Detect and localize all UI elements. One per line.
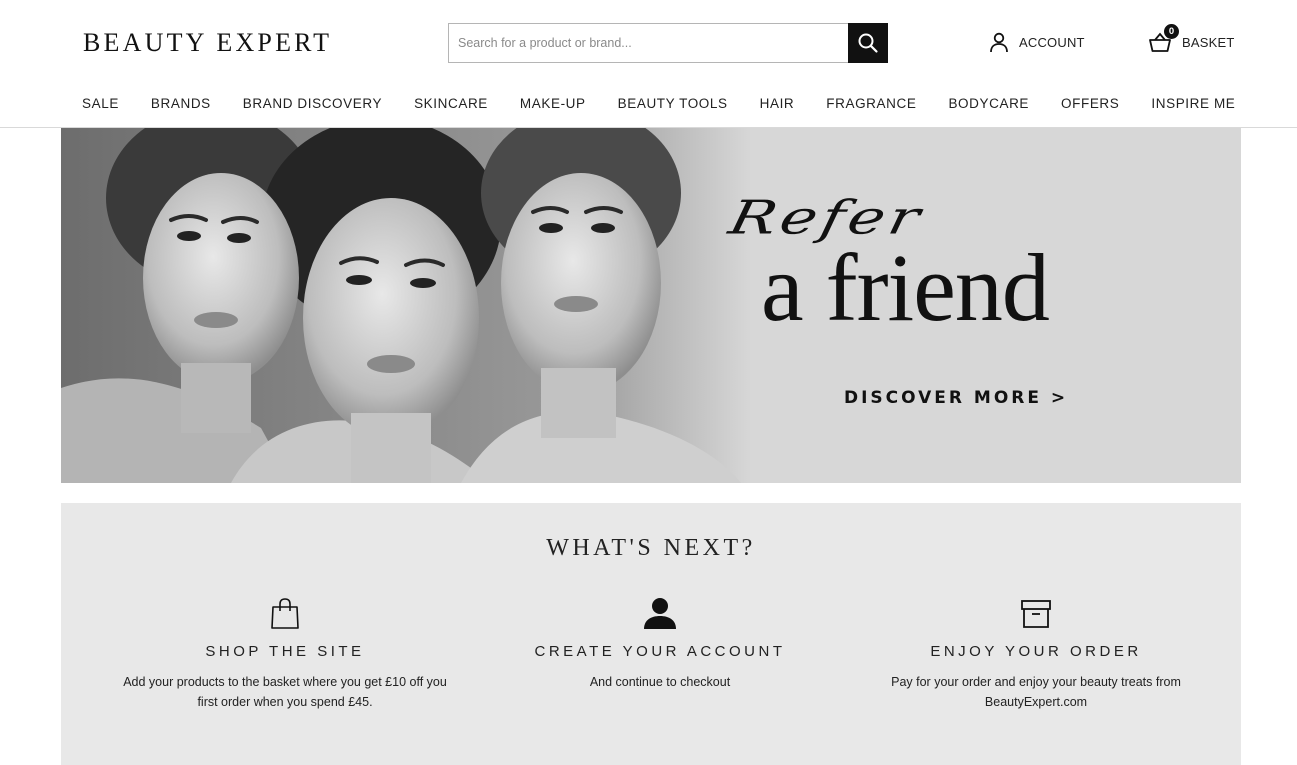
nav-item-bodycare[interactable]: BODYCARE — [948, 96, 1029, 111]
hero-title: a friend — [761, 234, 1050, 341]
nav-item-fragrance[interactable]: FRAGRANCE — [826, 96, 916, 111]
step-shop-the-site: SHOP THE SITE Add your products to the b… — [95, 591, 475, 712]
search-button[interactable] — [848, 23, 888, 63]
step-description: Pay for your order and enjoy your beauty… — [891, 675, 1181, 709]
step-title: CREATE YOUR ACCOUNT — [534, 643, 786, 660]
nav-item-brand-discovery[interactable]: BRAND DISCOVERY — [243, 96, 382, 111]
step-description: And continue to checkout — [589, 675, 731, 689]
account-link[interactable]: ACCOUNT — [988, 31, 1085, 53]
user-icon — [990, 32, 1008, 53]
account-label: ACCOUNT — [1019, 34, 1085, 50]
shopping-bag-icon — [271, 598, 299, 629]
nav-item-brands[interactable]: BRANDS — [151, 96, 211, 111]
section-title: WHAT'S NEXT? — [546, 535, 756, 561]
nav-item-inspire-me[interactable]: INSPIRE ME — [1151, 96, 1235, 111]
site-logo[interactable]: BEAUTY EXPERT — [83, 28, 332, 58]
refer-a-friend-banner[interactable]: Refer a friend DISCOVER MORE > — [61, 128, 1241, 483]
basket-count-badge: 0 — [1164, 24, 1179, 39]
nav-item-make-up[interactable]: MAKE-UP — [520, 96, 586, 111]
nav-item-hair[interactable]: HAIR — [760, 96, 795, 111]
step-enjoy-order: ENJOY YOUR ORDER Pay for your order and … — [846, 591, 1226, 712]
user-icon — [644, 598, 676, 629]
box-icon — [1021, 600, 1051, 628]
nav-item-offers[interactable]: OFFERS — [1061, 96, 1119, 111]
step-description: Add your products to the basket where yo… — [123, 675, 447, 709]
models-photo — [61, 128, 751, 483]
whats-next-section: WHAT'S NEXT? SHOP THE SITE Add your prod… — [61, 503, 1241, 765]
discover-more-link[interactable]: DISCOVER MORE > — [844, 388, 1068, 408]
search-icon — [858, 33, 878, 53]
nav-item-beauty-tools[interactable]: BEAUTY TOOLS — [618, 96, 728, 111]
search-input[interactable] — [448, 23, 848, 63]
basket-label: BASKET — [1182, 34, 1235, 50]
basket-link[interactable]: 0 BASKET — [1148, 24, 1235, 54]
step-title: ENJOY YOUR ORDER — [930, 643, 1142, 660]
step-create-account: CREATE YOUR ACCOUNT And continue to chec… — [470, 591, 850, 692]
nav-item-sale[interactable]: SALE — [82, 96, 119, 111]
site-header: BEAUTY EXPERT ACCOUNT 0 BASKET SALE BRAN — [0, 0, 1297, 128]
main-nav: SALE BRANDS BRAND DISCOVERY SKINCARE MAK… — [82, 96, 1235, 111]
step-title: SHOP THE SITE — [205, 643, 365, 660]
search-bar — [448, 23, 888, 63]
nav-item-skincare[interactable]: SKINCARE — [414, 96, 488, 111]
